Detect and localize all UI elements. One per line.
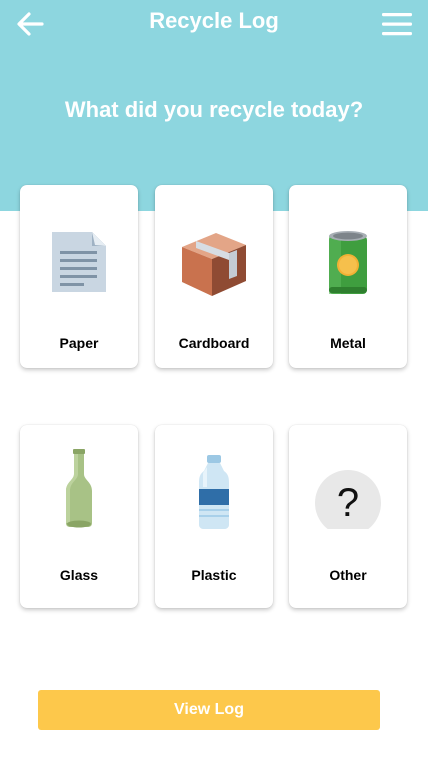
category-card-metal[interactable]: Metal	[289, 185, 407, 368]
category-card-cardboard[interactable]: Cardboard	[155, 185, 273, 368]
app-title: Recycle Log	[149, 8, 279, 33]
category-card-other[interactable]: ? Other	[289, 425, 407, 608]
category-card-plastic[interactable]: Plastic	[155, 425, 273, 608]
category-label: Other	[329, 567, 367, 583]
metal-can-icon	[329, 231, 367, 294]
category-card-glass[interactable]: Glass	[20, 425, 138, 608]
question-mark-icon: ?	[315, 470, 381, 529]
category-label: Paper	[59, 335, 99, 351]
category-label: Cardboard	[178, 335, 250, 351]
top-bar: Recycle Log	[0, 0, 428, 48]
recycle-log-screen: Recycle Log What did you recycle today? …	[0, 0, 428, 768]
page-headline: What did you recycle today?	[64, 97, 364, 122]
category-card-paper[interactable]: Paper	[20, 185, 138, 368]
cardboard-box-icon	[182, 233, 246, 296]
view-log-button[interactable]: View Log	[38, 690, 380, 730]
category-label: Plastic	[191, 567, 237, 583]
menu-button[interactable]	[380, 9, 414, 39]
paper-document-icon	[52, 232, 106, 292]
svg-text:?: ?	[337, 481, 359, 525]
plastic-bottle-icon	[199, 455, 229, 529]
hamburger-menu-icon	[382, 13, 412, 36]
category-label: Metal	[330, 335, 366, 351]
glass-bottle-icon	[66, 449, 92, 528]
category-label: Glass	[59, 567, 99, 583]
